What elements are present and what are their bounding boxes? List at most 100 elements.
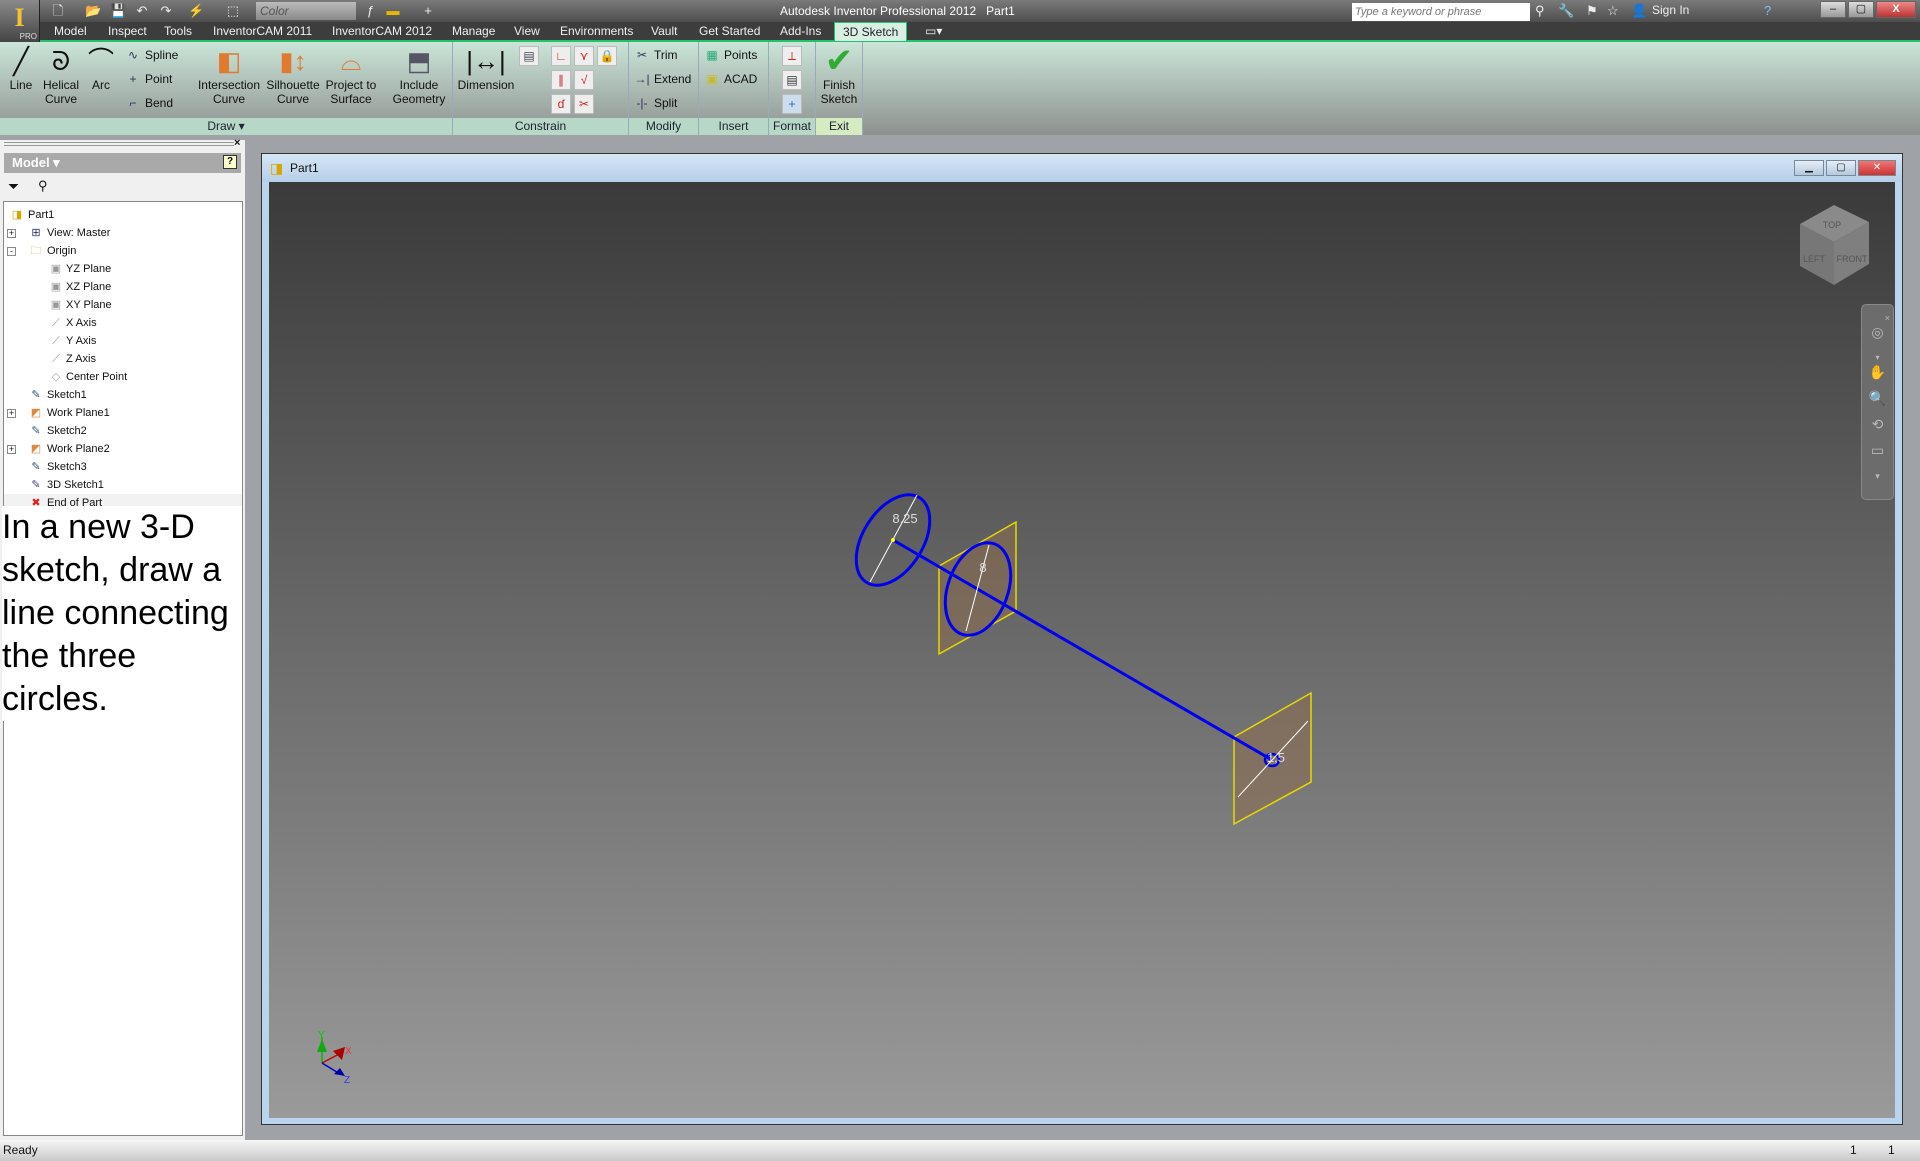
close-button[interactable]: X <box>1876 1 1916 18</box>
select-icon[interactable]: ⬚ <box>225 3 241 19</box>
expand-toggle-icon[interactable]: + <box>7 229 16 238</box>
tree-item[interactable]: ◇ Center Point <box>4 368 242 386</box>
favorites-star-icon[interactable]: ☆ <box>1607 3 1619 19</box>
orbit-icon[interactable]: ⟲ <box>1862 411 1893 437</box>
tree-item[interactable]: ⟋ X Axis <box>4 314 242 332</box>
navbar-customize-icon[interactable]: ▾ <box>1862 463 1893 481</box>
bend-button[interactable]: ⌐ Bend <box>125 96 173 110</box>
doc-minimize-button[interactable]: ▁ <box>1794 160 1824 176</box>
tree-item[interactable]: ▣ YZ Plane <box>4 260 242 278</box>
fix-constraint-icon[interactable]: 🔒 <box>597 46 617 66</box>
smooth-constraint-icon[interactable]: ɗ <box>551 94 571 114</box>
helical-curve-button[interactable]: ᘐ Helical Curve <box>40 46 82 106</box>
save-icon[interactable]: 💾 <box>110 3 126 19</box>
search-input[interactable]: Type a keyword or phrase <box>1352 3 1530 21</box>
perpendicular-constraint-icon[interactable]: ∟ <box>551 46 571 66</box>
include-geometry-button[interactable]: ⬒ Include Geometry <box>390 46 448 106</box>
tree-item[interactable]: ⟋ Z Axis <box>4 350 242 368</box>
graphics-viewport[interactable]: TOP LEFT FRONT 8,25 8 1,5 Y X Z × ◎ ▾ ✋ <box>269 182 1895 1118</box>
redo-icon[interactable]: ↷ <box>158 3 174 19</box>
tree-item[interactable]: ✎ Sketch1 <box>4 386 242 404</box>
point-button[interactable]: + Point <box>125 72 172 86</box>
extend-button[interactable]: →| Extend <box>634 72 691 86</box>
expand-toggle-icon[interactable]: + <box>7 445 16 454</box>
dimension-label-1[interactable]: 8,25 <box>892 511 917 526</box>
tab-get-started[interactable]: Get Started <box>699 22 760 41</box>
help-icon[interactable]: ? <box>1764 3 1771 18</box>
application-menu-button[interactable]: I PRO <box>0 0 40 42</box>
help-icon[interactable]: ? <box>223 155 237 169</box>
tab-3d-sketch[interactable]: 3D Sketch <box>834 22 908 41</box>
dimension-button[interactable]: |↔| Dimension <box>457 46 515 92</box>
pan-hand-icon[interactable]: ✋ <box>1862 359 1893 385</box>
dimension-label-2[interactable]: 8 <box>979 560 986 575</box>
doc-restore-button[interactable]: ▢ <box>1826 160 1856 176</box>
tab-inventorcam-2012[interactable]: InventorCAM 2012 <box>332 22 432 41</box>
finish-sketch-button[interactable]: ✔ Finish Sketch <box>816 44 862 106</box>
tab-add-ins[interactable]: Add-Ins <box>780 22 821 41</box>
parallel-constraint-icon[interactable]: ∥ <box>551 70 571 90</box>
sketch-canvas[interactable]: TOP LEFT FRONT 8,25 8 1,5 Y X Z <box>269 182 1895 1118</box>
expand-toggle-icon[interactable]: + <box>7 409 16 418</box>
wrench-icon[interactable]: 🔧 <box>1558 3 1574 19</box>
browser-close-icon[interactable]: × <box>234 137 240 149</box>
line-button[interactable]: ╱ Line <box>4 46 38 92</box>
tab-tools[interactable]: Tools <box>164 22 192 41</box>
on-face-constraint-icon[interactable]: ✂ <box>574 94 594 114</box>
driven-dimension-icon[interactable]: ▤ <box>782 70 802 90</box>
browser-grip[interactable] <box>4 142 234 146</box>
filter-icon[interactable]: ⏷ <box>8 178 19 195</box>
tangent-constraint-icon[interactable]: √ <box>574 70 594 90</box>
centerline-icon[interactable]: + <box>782 94 802 114</box>
minimize-button[interactable]: – <box>1820 1 1846 18</box>
tree-item[interactable]: ⟋ Y Axis <box>4 332 242 350</box>
tab-inventorcam-2011[interactable]: InventorCAM 2011 <box>213 22 312 41</box>
tab-model[interactable]: Model <box>54 22 87 41</box>
tree-item[interactable]: ✎ Sketch3 <box>4 458 242 476</box>
update-icon[interactable]: ⚡ <box>188 3 204 19</box>
restore-button[interactable]: ▢ <box>1848 1 1874 18</box>
zoom-icon[interactable]: 🔍 <box>1862 385 1893 411</box>
tree-item[interactable]: ▣ XY Plane <box>4 296 242 314</box>
acad-button[interactable]: ▣ ACAD <box>704 72 757 86</box>
tab-vault[interactable]: Vault <box>651 22 677 41</box>
draw-panel-label[interactable]: Draw ▾ <box>0 118 452 135</box>
dropdown-arrow-icon[interactable]: ▾ <box>1862 345 1893 362</box>
tree-item[interactable]: + ◩ Work Plane1 <box>4 404 242 422</box>
project-to-surface-button[interactable]: ⌓ Project to Surface <box>324 46 378 106</box>
find-binoculars-icon[interactable]: ⚲ <box>38 178 48 194</box>
look-at-icon[interactable]: ▭ <box>1862 437 1893 463</box>
tree-item[interactable]: + ◩ Work Plane2 <box>4 440 242 458</box>
tab-manage[interactable]: Manage <box>452 22 495 41</box>
intersection-curve-button[interactable]: ◧ Intersection Curve <box>196 46 262 106</box>
ribbon-display-icon[interactable]: ▭▾ <box>925 22 942 41</box>
measure-icon[interactable]: ▬ <box>385 3 401 19</box>
coincident-constraint-icon[interactable]: ⋎ <box>574 46 594 66</box>
tree-item[interactable]: - 🗀 Origin <box>4 242 242 260</box>
navbar-close-icon[interactable]: × <box>1862 305 1893 323</box>
split-button[interactable]: -|- Split <box>634 96 677 110</box>
browser-header[interactable]: Model ▾? <box>4 153 241 173</box>
spline-button[interactable]: ∿ Spline <box>125 48 178 62</box>
viewcube[interactable]: TOP LEFT FRONT <box>1800 205 1869 285</box>
undo-icon[interactable]: ↶ <box>134 3 150 19</box>
dimension-label-3[interactable]: 1,5 <box>1267 750 1285 765</box>
new-icon[interactable]: 🗋 <box>50 3 66 19</box>
sign-in-button[interactable]: Sign In <box>1652 3 1689 17</box>
points-button[interactable]: ▦ Points <box>704 48 757 62</box>
expand-toggle-icon[interactable]: - <box>7 247 16 256</box>
plus-icon[interactable]: + <box>420 3 436 19</box>
tab-environments[interactable]: Environments <box>560 22 633 41</box>
tree-item[interactable]: ✎ 3D Sketch1 <box>4 476 242 494</box>
doc-close-button[interactable]: ✕ <box>1858 160 1896 176</box>
tree-item[interactable]: + ⊞ View: Master <box>4 224 242 242</box>
tree-item[interactable]: ▣ XZ Plane <box>4 278 242 296</box>
binoculars-icon[interactable]: ⚲ <box>1535 3 1545 19</box>
construction-icon[interactable]: ⟂ <box>782 46 802 66</box>
color-dropdown[interactable]: Color <box>256 2 356 20</box>
tab-inspect[interactable]: Inspect <box>108 22 147 41</box>
subscription-icon[interactable]: ⚑ <box>1586 3 1598 19</box>
tab-view[interactable]: View <box>514 22 540 41</box>
arc-button[interactable]: ⌒ Arc <box>86 46 116 92</box>
open-icon[interactable]: 📂 <box>85 3 101 19</box>
